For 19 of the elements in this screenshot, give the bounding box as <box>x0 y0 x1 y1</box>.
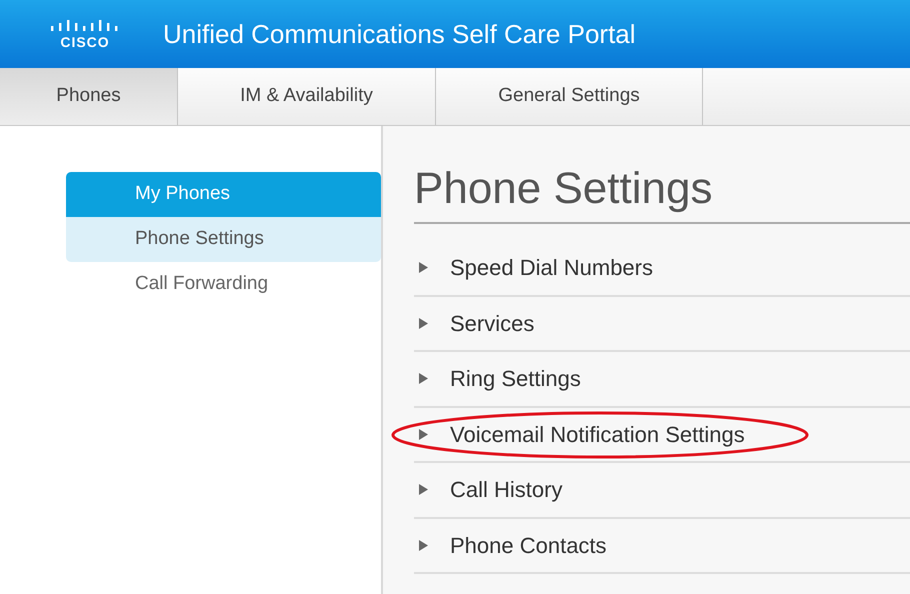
caret-right-icon[interactable] <box>418 373 429 384</box>
tab[interactable]: Phones <box>0 68 178 125</box>
section-link[interactable]: Services <box>450 306 534 340</box>
logo-bars-icon <box>50 20 120 34</box>
section-link[interactable]: Voicemail Notification Settings <box>450 418 745 451</box>
page-heading: Phone Settings <box>414 164 910 224</box>
caret-right-icon[interactable] <box>418 428 429 440</box>
logo-text: CISCO <box>60 34 110 48</box>
caret-right-icon[interactable] <box>418 540 429 551</box>
section-link[interactable]: Phone Contacts <box>450 528 607 562</box>
portal-title: Unified Communications Self Care Portal <box>163 18 636 50</box>
sidebar-item[interactable]: Phone Settings <box>66 217 381 262</box>
section-link[interactable]: Speed Dial Numbers <box>450 251 653 284</box>
sidebar-item[interactable]: Call Forwarding <box>66 262 381 307</box>
caret-right-icon[interactable] <box>418 318 429 329</box>
caret-right-icon[interactable] <box>418 262 429 274</box>
section-link[interactable]: Ring Settings <box>450 362 581 396</box>
caret-right-icon[interactable] <box>418 484 429 496</box>
section-link[interactable]: Call History <box>450 473 562 506</box>
